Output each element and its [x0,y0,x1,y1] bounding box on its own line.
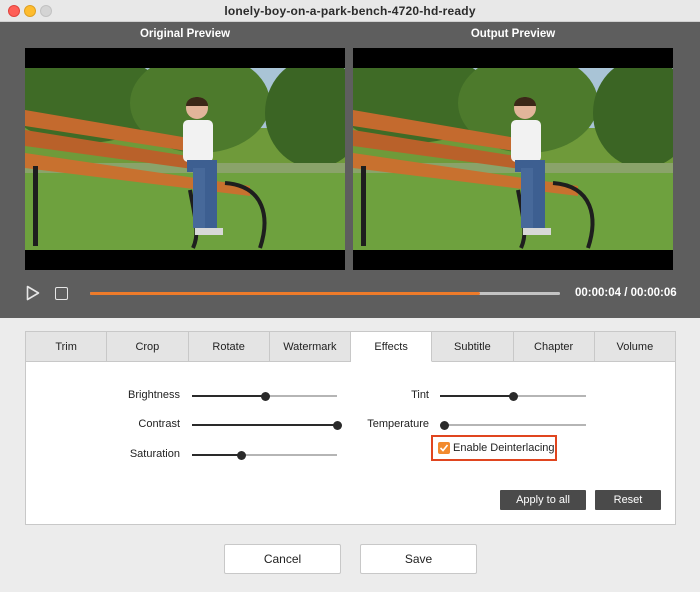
title-bar: lonely-boy-on-a-park-bench-4720-hd-ready [0,0,700,22]
stop-icon[interactable] [55,287,68,300]
tab-trim[interactable]: Trim [25,331,108,362]
brightness-label: Brightness [128,389,180,401]
saturation-slider-knob[interactable] [237,451,247,460]
tint-slider[interactable] [440,392,586,401]
saturation-label: Saturation [129,448,180,460]
contrast-label: Contrast [138,418,180,430]
save-button[interactable]: Save [360,544,477,574]
preview-area: Original Preview Output Preview 00:00:04… [0,22,700,318]
effects-panel: Brightness Contrast Saturation Tint Temp… [25,362,676,525]
output-preview-label: Output Preview [470,28,556,40]
apply-to-all-button[interactable]: Apply to all [500,490,586,510]
tab-crop[interactable]: Crop [107,331,189,362]
brightness-slider[interactable] [192,392,337,401]
tab-watermark[interactable]: Watermark [269,331,351,362]
tint-slider-knob[interactable] [509,392,518,401]
tab-subtitle[interactable]: Subtitle [432,331,514,362]
temperature-slider[interactable] [440,421,586,430]
temperature-label: Temperature [367,418,429,430]
cancel-button[interactable]: Cancel [224,544,341,574]
deinterlacing-highlight: Enable Deinterlacing [431,435,557,461]
original-preview-video [25,48,345,270]
checkmark-icon [439,444,449,452]
brightness-slider-knob[interactable] [260,392,270,401]
playback-progress-bar[interactable] [90,292,560,295]
tab-volume[interactable]: Volume [594,331,676,362]
progress-fill [90,292,481,295]
contrast-slider[interactable] [192,421,342,430]
edit-tabs: Trim Crop Rotate Watermark Effects Subti… [25,331,676,362]
edit-panel: Trim Crop Rotate Watermark Effects Subti… [25,331,676,525]
deinterlacing-checkbox[interactable] [438,442,450,454]
tab-chapter[interactable]: Chapter [513,331,595,362]
timecode: 00:00:04 / 00:00:06 [575,287,677,299]
tab-rotate[interactable]: Rotate [188,331,270,362]
tint-label: Tint [411,389,429,401]
reset-button[interactable]: Reset [595,490,661,510]
saturation-slider[interactable] [192,451,337,460]
window-title: lonely-boy-on-a-park-bench-4720-hd-ready [224,4,476,18]
deinterlacing-label[interactable]: Enable Deinterlacing [453,442,555,454]
output-preview-video [353,48,673,270]
temperature-slider-knob[interactable] [440,421,449,430]
play-icon[interactable] [26,285,40,301]
original-preview-label: Original Preview [139,28,231,40]
tab-effects[interactable]: Effects [351,331,433,362]
